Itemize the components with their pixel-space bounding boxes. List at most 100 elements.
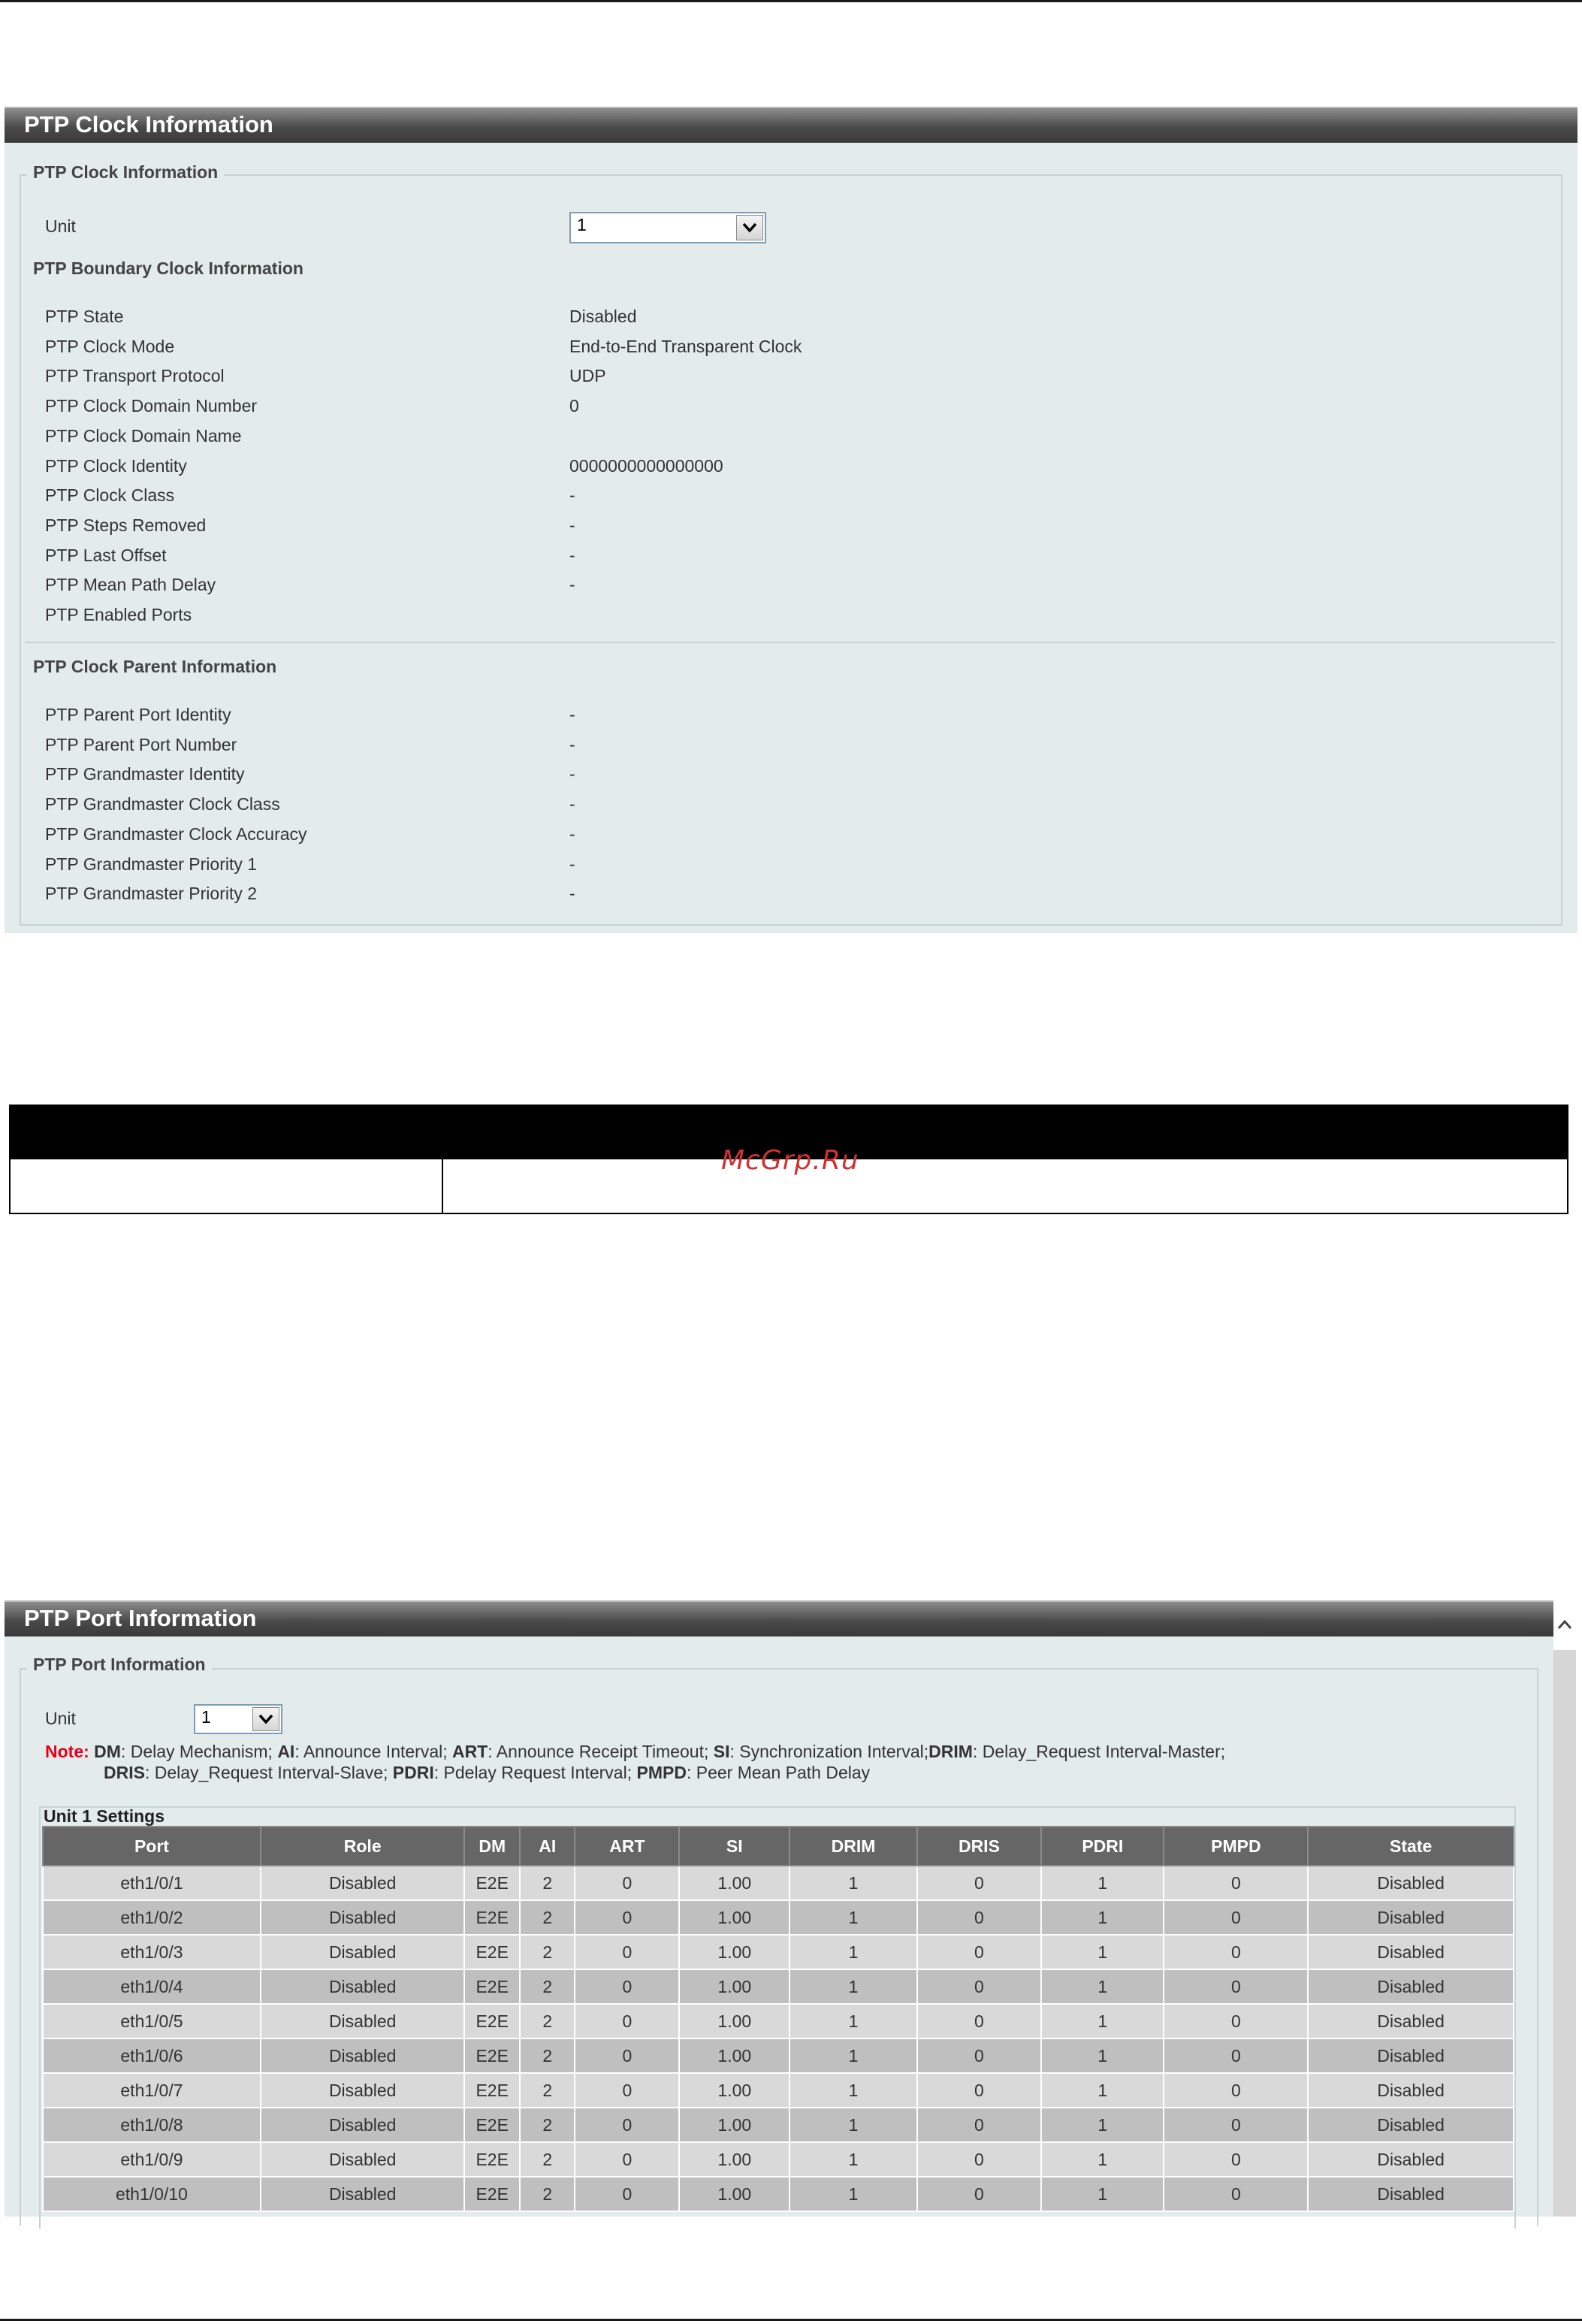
section-divider	[26, 642, 1555, 643]
chevron-up-icon	[1557, 1619, 1572, 1629]
description-table-column-divider	[442, 1159, 443, 1214]
table-row: eth1/0/4 Disabled E2E 2 0 1.00 1 0 1 0 Disabled	[42, 1969, 1514, 2005]
table-cell: Disabled	[1307, 1934, 1514, 1970]
port-table-header-row: Port Role DM AI ART SI DRIM DRIS PDRI PMPD State	[42, 1826, 1514, 1866]
note-abbreviation: PMPD	[636, 1763, 687, 1782]
vertical-scrollbar[interactable]	[1553, 1600, 1576, 2217]
note-definition: : Announce Interval;	[294, 1742, 453, 1761]
table-cell: 0	[1163, 1899, 1309, 1936]
table-cell: E2E	[463, 2038, 521, 2074]
port-table-body: eth1/0/1 Disabled E2E 2 0 1.00 1 0 1 0 Disabled eth…	[42, 1865, 1514, 2212]
table-cell: 1	[1040, 1899, 1165, 1936]
column-header: Port	[42, 1826, 261, 1866]
table-cell: eth1/0/10	[42, 2176, 261, 2212]
table-cell: 0	[574, 2038, 681, 2074]
table-cell: 1	[789, 2038, 918, 2074]
port-unit-select[interactable]: 1	[194, 1704, 282, 1734]
table-cell: Disabled	[259, 2003, 466, 2039]
table-row: eth1/0/2 Disabled E2E 2 0 1.00 1 0 1 0 Disabled	[42, 1899, 1514, 1936]
table-cell: eth1/0/4	[42, 1969, 261, 2005]
table-cell: 1.00	[678, 2003, 791, 2039]
info-row-value: 0000000000000000	[569, 455, 723, 476]
table-cell: E2E	[463, 2141, 521, 2177]
info-row-label: PTP Grandmaster Clock Accuracy	[45, 824, 307, 844]
table-cell: 1	[789, 1865, 918, 1901]
table-row: eth1/0/1 Disabled E2E 2 0 1.00 1 0 1 0 Disabled	[42, 1865, 1514, 1901]
table-cell: E2E	[463, 2176, 521, 2212]
table-cell: 2	[518, 2176, 576, 2212]
table-cell: 0	[1163, 1865, 1309, 1901]
scroll-up-button[interactable]	[1553, 1600, 1576, 1650]
unit-select[interactable]: 1	[569, 212, 766, 243]
table-cell: 0	[574, 2072, 681, 2108]
table-cell: 0	[1163, 2003, 1309, 2039]
abbreviation-note-line-2: DRIS: Delay_Request Interval-Slave; PDRI…	[104, 1763, 870, 1783]
info-row-value: -	[569, 705, 575, 724]
table-cell: Disabled	[259, 1899, 466, 1936]
table-cell: E2E	[463, 1934, 521, 1970]
table-cell: 1	[1040, 2072, 1165, 2108]
table-cell: Disabled	[259, 1969, 466, 2005]
table-cell: 1	[1040, 1934, 1165, 1970]
info-row-label: PTP Grandmaster Clock Class	[45, 794, 280, 814]
clock-info-panel: PTP Clock Information PTP Clock Informat…	[5, 107, 1577, 933]
table-cell: 0	[574, 1899, 681, 1936]
table-cell: 1.00	[678, 2038, 791, 2074]
info-row-label: PTP Grandmaster Priority 2	[45, 884, 258, 904]
info-row-label: PTP State	[45, 307, 124, 326]
note-abbreviation: ART	[452, 1742, 488, 1761]
table-cell: E2E	[463, 2107, 521, 2143]
table-cell: 2	[518, 2038, 576, 2074]
table-cell: eth1/0/8	[42, 2107, 261, 2143]
page-bottom-rule	[0, 2319, 1582, 2321]
table-cell: Disabled	[259, 2072, 466, 2108]
table-cell: 1	[1040, 2003, 1165, 2039]
table-cell: 1	[1040, 1865, 1165, 1901]
unit-label: Unit	[45, 216, 76, 236]
chevron-down-icon[interactable]	[252, 1707, 279, 1731]
info-row-value: -	[569, 854, 575, 874]
clock-panel-header: PTP Clock Information	[5, 107, 1577, 143]
table-cell: Disabled	[259, 2038, 466, 2074]
table-cell: Disabled	[259, 2176, 466, 2212]
info-row-label: PTP Clock Domain Name	[45, 425, 242, 446]
info-row-value: -	[569, 764, 575, 784]
info-row-label: PTP Grandmaster Priority 1	[45, 854, 258, 874]
table-row: eth1/0/6 Disabled E2E 2 0 1.00 1 0 1 0 Disabled	[42, 2038, 1514, 2074]
table-cell: 2	[518, 2107, 576, 2143]
table-cell: E2E	[463, 2003, 521, 2039]
table-cell: 0	[916, 2038, 1043, 2074]
table-cell: Disabled	[1307, 1899, 1514, 1936]
table-cell: 1.00	[678, 2141, 791, 2177]
table-cell: 0	[574, 1969, 681, 2005]
table-cell: 0	[574, 2176, 681, 2212]
info-row-label: PTP Parent Port Identity	[45, 705, 231, 724]
table-cell: E2E	[463, 1865, 521, 1901]
table-cell: 0	[574, 1865, 681, 1901]
table-cell: 0	[916, 2141, 1043, 2177]
table-cell: 1	[789, 2003, 918, 2039]
table-cell: Disabled	[259, 2141, 466, 2177]
port-panel-header: PTP Port Information	[5, 1600, 1553, 1636]
table-cell: 1	[789, 2141, 918, 2177]
table-cell: 0	[1163, 2038, 1309, 2074]
table-cell: 0	[574, 1934, 681, 1970]
table-row: eth1/0/7 Disabled E2E 2 0 1.00 1 0 1 0 Disabled	[42, 2072, 1514, 2108]
table-cell: 2	[518, 1969, 576, 2005]
table-cell: Disabled	[1307, 2072, 1514, 2108]
port-table: Port Role DM AI ART SI DRIM DRIS PDRI PMPD State e…	[42, 1826, 1514, 2212]
info-row-label: PTP Clock Mode	[45, 336, 175, 356]
watermark-text: McGrp.Ru	[721, 1145, 859, 1176]
table-cell: eth1/0/5	[42, 2003, 261, 2039]
table-cell: 0	[916, 2072, 1043, 2108]
info-row-label: PTP Last Offset	[45, 545, 167, 565]
info-row-value: -	[569, 515, 575, 535]
table-cell: Disabled	[259, 1865, 466, 1901]
chevron-down-icon[interactable]	[736, 215, 763, 240]
clock-panel-title: PTP Clock Information	[24, 111, 273, 138]
table-cell: Disabled	[1307, 2038, 1514, 2074]
info-row-value: -	[569, 794, 575, 814]
table-cell: 1.00	[678, 2107, 791, 2143]
note-abbreviation: AI	[277, 1742, 295, 1761]
note-definition: : Delay_Request Interval-Master;	[972, 1742, 1226, 1761]
